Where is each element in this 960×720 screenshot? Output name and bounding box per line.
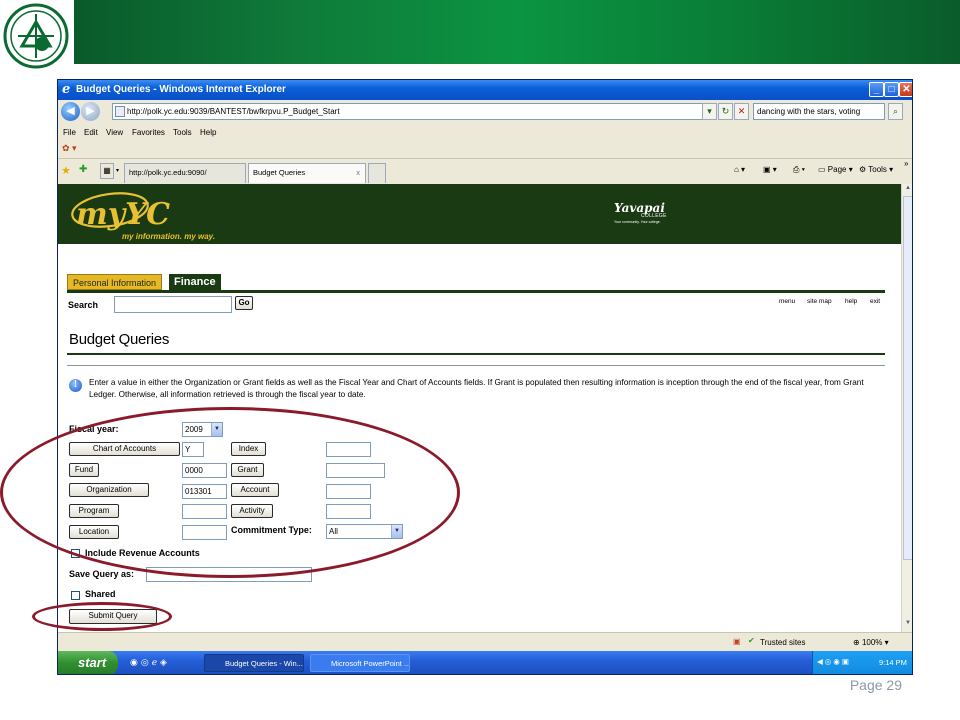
taskbar: start ◉◎ℯ◈ Budget Queries - Win... Micro… [58,651,912,674]
window-title: Budget Queries - Windows Internet Explor… [76,84,286,95]
page-number: Page 29 [849,677,902,693]
myyc-banner: myYC my information. my way. Yavapai COL… [58,184,901,244]
scroll-thumb[interactable] [903,196,912,560]
tab-budget-queries[interactable]: Budget Queries x [248,163,366,183]
vertical-scrollbar[interactable]: ▲ ▼ [901,184,912,632]
search-icon[interactable]: ⌕ [888,103,903,120]
taskbar-item-ie-label: Budget Queries - Win... [225,659,303,668]
menu-tools[interactable]: Tools [173,128,192,137]
tab-personal-information[interactable]: Personal Information [67,274,163,290]
myyc-tagline: my information. my way. [122,232,216,241]
tab-polk-label: http://polk.yc.edu:9090/ [129,168,207,177]
browser-window: e Budget Queries - Windows Internet Expl… [57,79,913,675]
new-tab-button[interactable] [368,163,386,183]
yavapai-college-logo: Yavapai COLLEGE Your community. Your col… [614,201,666,224]
page-icon [115,106,125,117]
tab-budget-queries-label: Budget Queries [253,168,306,177]
annotation-ellipse-form [0,407,460,578]
info-icon: ! [69,379,82,392]
address-bar: ◀ ▶ http://polk.yc.edu:9039/BANTEST/bwfk… [58,100,912,124]
zoom-value: 100% [861,638,883,647]
stop-icon[interactable]: ✕ [734,103,749,120]
link-exit[interactable]: exit [870,298,880,305]
link-site-map[interactable]: site map [807,298,832,305]
title-bar: e Budget Queries - Windows Internet Expl… [58,80,912,100]
home-icon[interactable]: ⌂ ▾ [734,165,745,174]
forward-button[interactable]: ▶ [81,102,100,121]
title-rule [67,353,885,355]
taskbar-item-ie[interactable]: Budget Queries - Win... [204,654,304,672]
taskbar-item-powerpoint-label: Microsoft PowerPoint ... [331,659,410,668]
scroll-up-icon[interactable]: ▲ [903,185,912,195]
slide-header [0,0,960,69]
checkmark-icon: ✔ [748,636,755,645]
annotation-ellipse-submit [32,602,172,631]
ie-icon: e [62,82,71,97]
college-word: COLLEGE [641,213,667,219]
shared-checkbox[interactable] [71,591,80,600]
address-dropdown-icon[interactable]: ▾ [702,103,717,120]
tab-close-icon[interactable]: x [356,164,360,182]
search-label: Search [68,300,99,310]
start-button[interactable]: start [58,651,118,674]
tab-row: ★ ✚ ▦ ▾ http://polk.yc.edu:9090/ Budget … [58,158,912,184]
info-rule [67,365,885,366]
myyc-brand-text: myYC [76,197,170,232]
zoom-level[interactable]: ⊕ 100% ▾ [853,638,889,647]
tools-menu-label: Tools [868,165,887,174]
menu-bar: File Edit View Favorites Tools Help [58,125,912,141]
add-favorite-icon[interactable]: ✚ [79,164,87,175]
site-search-input[interactable] [114,296,232,313]
link-menu[interactable]: menu [779,298,795,305]
page-title: Budget Queries [69,331,170,348]
header-band [74,0,960,64]
menu-help[interactable]: Help [200,128,216,137]
menu-edit[interactable]: Edit [84,128,98,137]
address-text: http://polk.yc.edu:9039/BANTEST/bwfkrpvu… [127,107,340,116]
scroll-down-icon[interactable]: ▼ [903,620,912,630]
popup-blocker-icon[interactable]: ▣ [733,637,741,646]
addon-icon[interactable]: ✿ ▾ [62,143,77,154]
shared-label: Shared [85,589,116,599]
tab-finance[interactable]: Finance [169,274,221,290]
close-button[interactable]: ✕ [899,82,912,97]
chevron-more-icon[interactable]: » [904,159,908,168]
address-input[interactable]: http://polk.yc.edu:9039/BANTEST/bwfkrpvu… [112,103,716,120]
tools-menu[interactable]: ⚙ Tools ▾ [859,165,893,174]
tray-icons[interactable]: ◀◎◉▣ [817,657,851,666]
minimize-button[interactable]: _ [869,82,884,97]
favorites-star-icon[interactable]: ★ [61,164,71,177]
refresh-icon[interactable]: ↻ [718,103,733,120]
clock: 9:14 PM [879,658,907,667]
tab-polk[interactable]: http://polk.yc.edu:9090/ [124,163,246,183]
save-query-label: Save Query as: [69,569,135,579]
page-menu-label: Page [827,165,847,174]
menu-file[interactable]: File [63,128,76,137]
taskbar-item-powerpoint[interactable]: Microsoft PowerPoint ... [310,654,410,672]
quick-launch-icons[interactable]: ◉◎ℯ◈ [130,657,170,668]
college-seal-logo [3,3,69,69]
system-tray: ◀◎◉▣ 9:14 PM [812,651,912,674]
zone-label: Trusted sites [760,638,806,647]
menu-favorites[interactable]: Favorites [132,128,165,137]
maximize-button[interactable]: □ [884,82,899,97]
tab-underline [67,290,885,293]
feeds-icon[interactable]: ▣ ▾ [763,165,777,174]
go-button[interactable]: Go [235,296,253,310]
menu-view[interactable]: View [106,128,123,137]
link-help[interactable]: help [845,298,857,305]
command-row: ✿ ▾ [58,141,912,157]
print-icon[interactable]: ⎙ ▾ [793,165,805,175]
info-text: Enter a value in either the Organization… [89,378,864,399]
tab-list-icon[interactable]: ▾ [116,167,119,174]
status-bar: ▣ ✔ Trusted sites ⊕ 100% ▾ [58,632,912,651]
search-input[interactable]: dancing with the stars, voting [753,103,885,120]
back-button[interactable]: ◀ [61,102,80,121]
page-menu[interactable]: ▭ Page ▾ [818,165,853,174]
quick-tabs-icon[interactable]: ▦ [100,163,114,179]
college-motto: Your community. Your college. [614,220,661,224]
